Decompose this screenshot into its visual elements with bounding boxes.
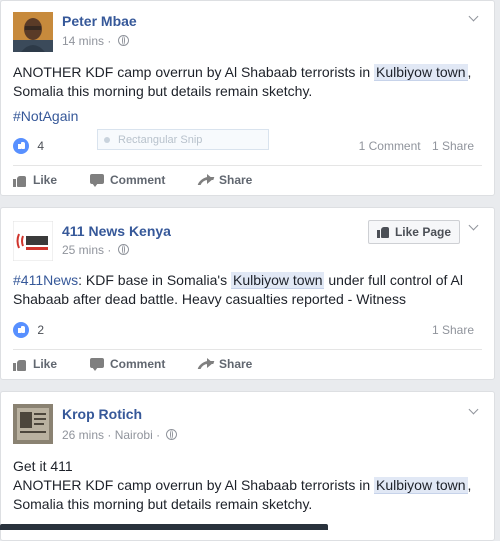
like-reaction-icon[interactable] bbox=[13, 138, 29, 154]
comment-icon bbox=[90, 357, 104, 371]
post-card: Peter Mbae 14 mins · ANOTHER KDF camp ov… bbox=[0, 0, 495, 196]
like-button[interactable]: Like bbox=[13, 173, 57, 187]
reactions-bar: 4 1 Comment 1 Share bbox=[13, 138, 482, 156]
share-count[interactable]: 1 Share bbox=[432, 323, 474, 337]
globe-icon bbox=[117, 244, 129, 255]
share-icon bbox=[199, 357, 213, 371]
divider bbox=[13, 349, 482, 350]
post-meta: 25 mins · bbox=[62, 243, 129, 257]
post-text: #411News: KDF base in Somalia's Kulbiyow… bbox=[13, 272, 464, 307]
place-link[interactable]: Kulbiyow town bbox=[230, 272, 325, 289]
avatar[interactable] bbox=[13, 221, 53, 261]
page-name[interactable]: 411 News Kenya bbox=[62, 223, 171, 239]
like-button[interactable]: Like bbox=[13, 357, 57, 371]
bottom-controls bbox=[403, 523, 483, 530]
share-count[interactable]: 1 Share bbox=[432, 139, 474, 153]
post-location[interactable]: Nairobi bbox=[115, 428, 153, 442]
bottom-toolbar bbox=[0, 524, 328, 530]
hashtag-link[interactable]: #NotAgain bbox=[13, 107, 482, 126]
post-time[interactable]: 25 mins bbox=[62, 243, 104, 257]
comment-count[interactable]: 1 Comment bbox=[359, 139, 421, 153]
like-count[interactable]: 2 bbox=[37, 323, 44, 337]
avatar[interactable] bbox=[13, 12, 53, 52]
share-icon bbox=[199, 173, 213, 187]
chevron-down-icon[interactable] bbox=[468, 222, 480, 232]
action-bar: Like Comment Share bbox=[13, 168, 482, 192]
like-reaction-icon[interactable] bbox=[13, 322, 29, 338]
post-time[interactable]: 26 mins bbox=[62, 428, 104, 442]
share-button[interactable]: Share bbox=[199, 173, 252, 187]
like-page-button[interactable]: Like Page bbox=[367, 220, 460, 244]
globe-icon bbox=[166, 429, 178, 440]
hashtag-link[interactable]: #411News bbox=[13, 272, 78, 288]
action-bar: Like Comment Share bbox=[13, 352, 482, 376]
share-button[interactable]: Share bbox=[199, 357, 252, 371]
author-name[interactable]: Peter Mbae bbox=[62, 13, 137, 29]
thumbs-up-icon bbox=[376, 226, 389, 238]
comment-icon bbox=[90, 173, 104, 187]
post-meta: 14 mins · bbox=[62, 34, 129, 48]
reactions-bar: 2 1 Share bbox=[13, 322, 482, 340]
like-icon bbox=[13, 174, 27, 187]
post-text: ANOTHER KDF camp overrun by Al Shabaab t… bbox=[13, 64, 472, 99]
place-link[interactable]: Kulbiyow town bbox=[374, 477, 468, 494]
divider bbox=[13, 165, 482, 166]
like-icon bbox=[13, 358, 27, 371]
globe-icon bbox=[117, 35, 129, 46]
post-meta: 26 mins · Nairobi · bbox=[62, 428, 178, 442]
post-card: 411 News Kenya 25 mins · Like Page #411N… bbox=[0, 207, 495, 380]
post-text: Get it 411 ANOTHER KDF camp overrun by A… bbox=[13, 458, 472, 512]
comment-button[interactable]: Comment bbox=[90, 173, 165, 187]
comment-button[interactable]: Comment bbox=[90, 357, 165, 371]
author-name[interactable]: Krop Rotich bbox=[62, 406, 142, 422]
avatar[interactable] bbox=[13, 404, 53, 444]
post-time[interactable]: 14 mins bbox=[62, 34, 104, 48]
place-link[interactable]: Kulbiyow town bbox=[374, 64, 468, 81]
chevron-down-icon[interactable] bbox=[468, 13, 480, 23]
chevron-down-icon[interactable] bbox=[468, 406, 480, 416]
post-card: Krop Rotich 26 mins · Nairobi · Get it 4… bbox=[0, 391, 495, 541]
like-count[interactable]: 4 bbox=[37, 139, 44, 153]
